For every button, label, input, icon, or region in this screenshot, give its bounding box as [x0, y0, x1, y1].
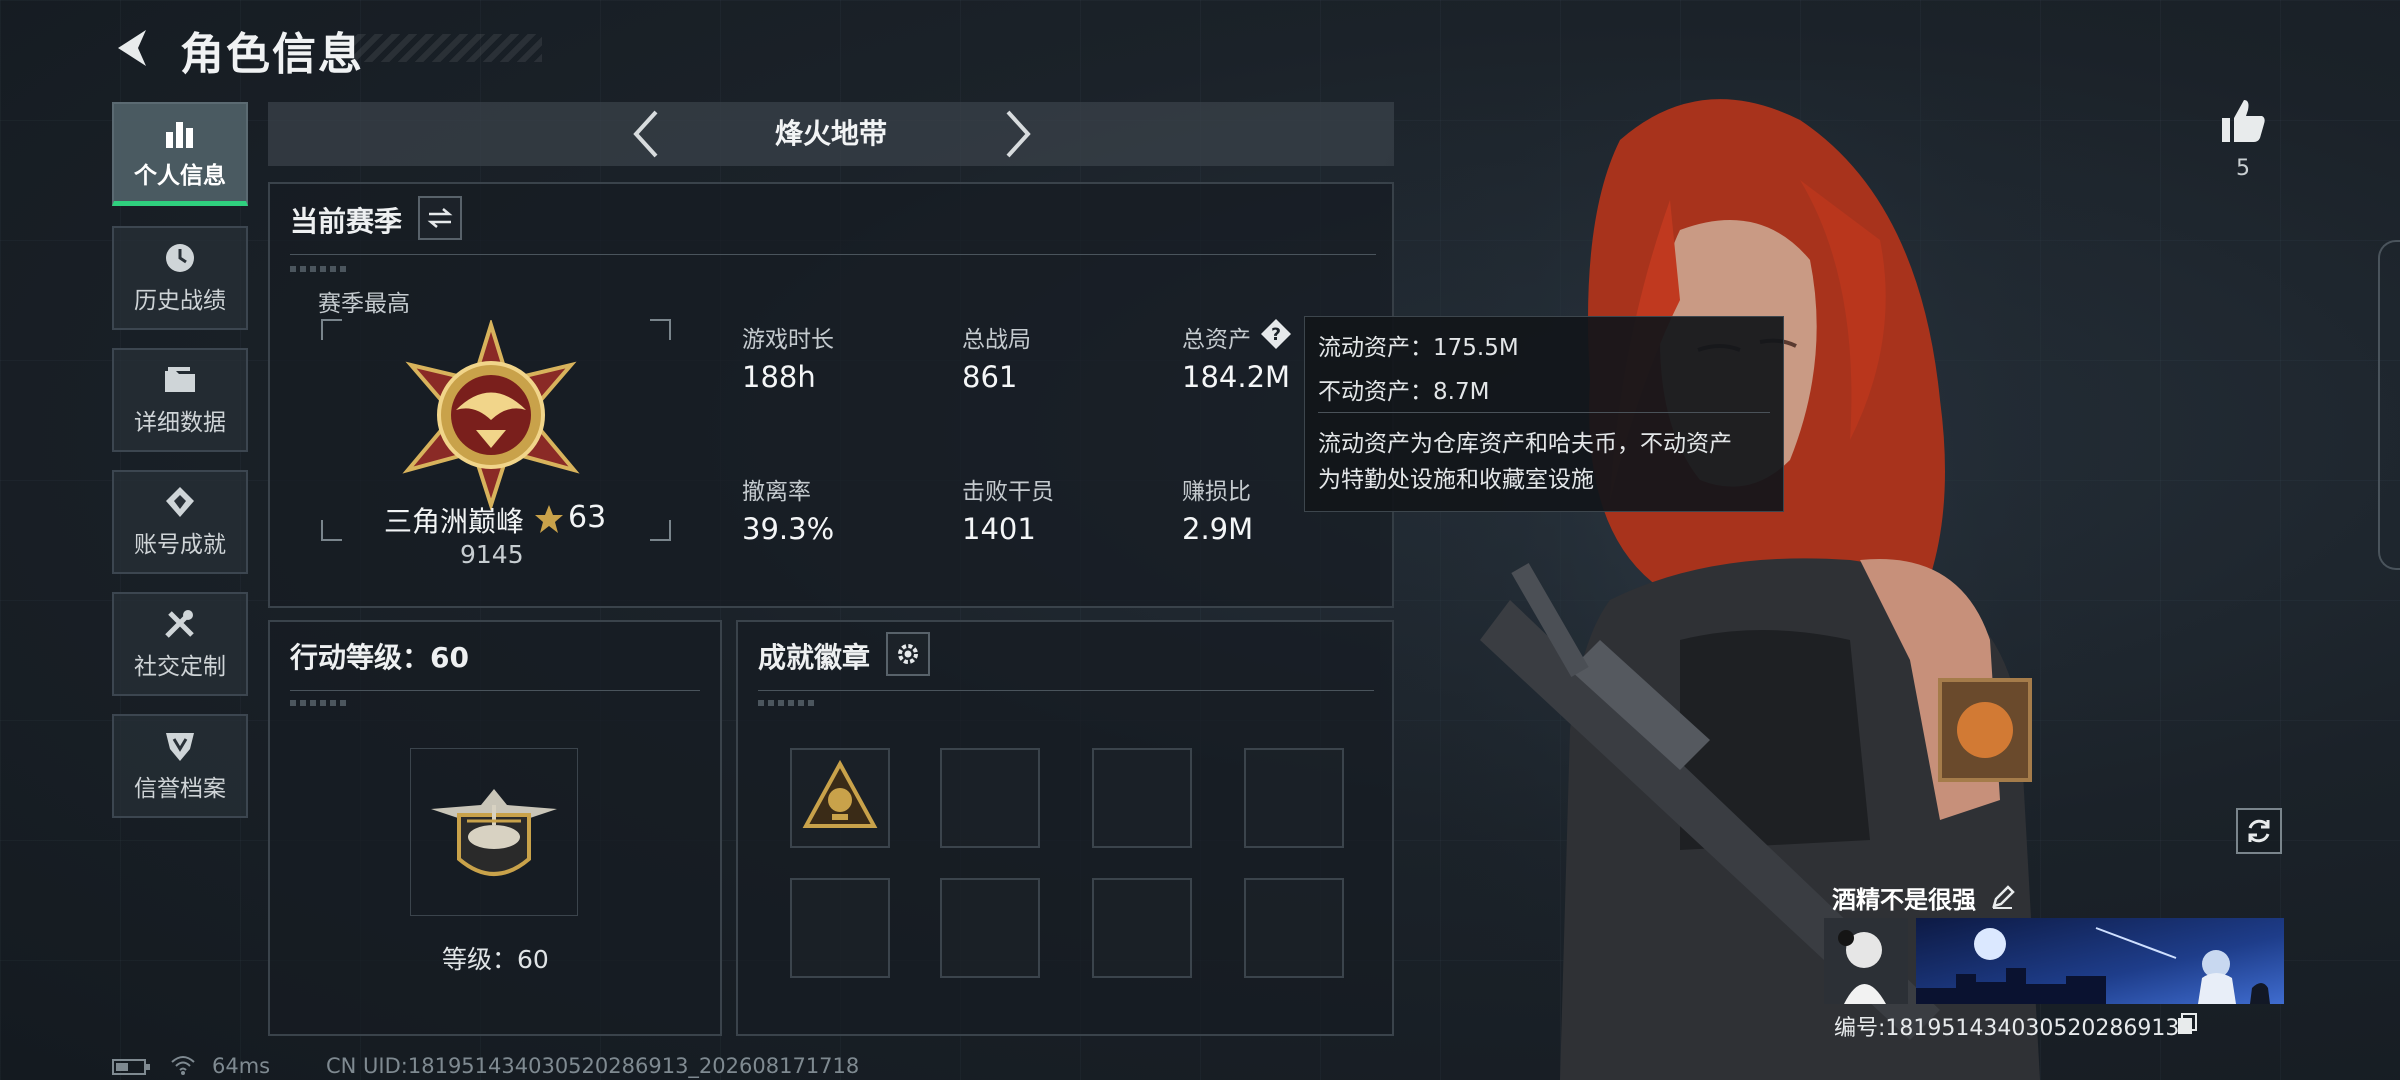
rank-emblem: [402, 320, 580, 510]
stat-value: 188h: [742, 360, 816, 394]
player-id: 编号:181951434030520286913: [1834, 1016, 2180, 1041]
like-button[interactable]: [2218, 96, 2268, 146]
stat-value: 39.3%: [742, 512, 835, 546]
tooltip-divider: [1318, 412, 1770, 413]
stat-label: 总资产: [1182, 327, 1251, 353]
rank-points: 9145: [460, 540, 524, 569]
player-avatar[interactable]: [1824, 918, 1908, 1004]
refresh-icon: [2248, 819, 2270, 843]
stat-label: 击败干员: [962, 479, 1054, 505]
swap-icon: [427, 208, 453, 228]
stat-label: 游戏时长: [742, 327, 834, 353]
clock-icon: [166, 244, 194, 272]
ping-text: 64ms: [212, 1054, 271, 1078]
helicopter-emblem-icon: [431, 789, 557, 876]
sidebar-item-credit[interactable]: 信誉档案: [112, 714, 248, 818]
tools-icon: [165, 610, 194, 638]
sidebar-item-label: 信誉档案: [134, 776, 226, 802]
stat-label: 赚损比: [1182, 479, 1251, 505]
badge-slot[interactable]: [790, 878, 890, 978]
season-title: 当前赛季: [290, 205, 403, 238]
avatar-image: [1824, 918, 1908, 1004]
divider: [290, 690, 700, 691]
decoration: [290, 266, 346, 272]
tooltip-liquid-assets: 流动资产：175.5M: [1318, 335, 1519, 361]
mode-title: 烽火地带: [774, 117, 887, 150]
tooltip-fixed-assets: 不动资产：8.7M: [1318, 379, 1490, 405]
back-arrow-icon[interactable]: [112, 26, 156, 70]
switch-season-button[interactable]: [418, 196, 462, 240]
sidebar-item-details[interactable]: 详细数据: [112, 348, 248, 452]
divider: [290, 254, 1376, 255]
decoration: [290, 700, 346, 706]
copy-icon[interactable]: [2176, 1012, 2198, 1036]
stat-label: 总战局: [962, 327, 1031, 353]
sidebar-item-label: 账号成就: [134, 532, 226, 558]
sidebar-item-personal-info[interactable]: 个人信息: [112, 102, 248, 206]
badge-slot[interactable]: [940, 878, 1040, 978]
sidebar-item-label: 详细数据: [134, 410, 226, 436]
sidebar-item-label: 个人信息: [134, 162, 226, 189]
stat-label: 撤离率: [742, 479, 811, 505]
help-button[interactable]: ?: [1260, 318, 1292, 350]
question-icon: ?: [1261, 319, 1291, 349]
achievement-settings-button[interactable]: [886, 632, 930, 676]
stat-value: 2.9M: [1182, 512, 1254, 546]
achievement-badge-icon: [802, 759, 878, 828]
rank-name: 三角洲巅峰: [384, 505, 525, 538]
svg-text:?: ?: [1271, 325, 1281, 345]
badge-slot[interactable]: [940, 748, 1040, 848]
badge-slot[interactable]: [1092, 878, 1192, 978]
star-icon: [535, 505, 563, 533]
rank-stars: 63: [568, 500, 607, 535]
medal-icon: [166, 487, 194, 517]
level-emblem-frame: [410, 748, 578, 916]
like-count: 5: [2236, 156, 2250, 181]
wifi-icon: [171, 1056, 195, 1075]
sidebar-item-achievements[interactable]: 账号成就: [112, 470, 248, 574]
gear-icon: [898, 644, 918, 664]
folder-icon: [165, 367, 195, 392]
page-title: 角色信息: [180, 29, 364, 80]
title-decoration: [352, 34, 542, 62]
edit-name-button[interactable]: [1990, 884, 2016, 910]
achievements-title: 成就徽章: [758, 641, 871, 674]
player-name: 酒精不是很强: [1832, 886, 1976, 914]
shield-icon: [166, 733, 194, 761]
battery-icon: [112, 1059, 150, 1075]
decoration: [758, 700, 814, 706]
divider: [758, 690, 1374, 691]
uid-text: CN UID:181951434030520286913_20260817171…: [326, 1054, 860, 1078]
sidebar-item-history[interactable]: 历史战绩: [112, 226, 248, 330]
stat-value: 184.2M: [1182, 360, 1291, 394]
bar-chart-icon: [166, 121, 193, 148]
action-level-title: 行动等级：60: [290, 641, 469, 674]
tooltip-description-line1: 流动资产为仓库资产和哈夫币，不动资产: [1318, 431, 1732, 457]
badge-slot[interactable]: [1092, 748, 1192, 848]
badge-slot[interactable]: [790, 748, 890, 848]
season-best-label: 赛季最高: [318, 291, 410, 317]
tooltip-description-line2: 为特勤处设施和收藏室设施: [1318, 467, 1594, 493]
badge-slot[interactable]: [1244, 878, 1344, 978]
stat-value: 1401: [962, 512, 1036, 546]
banner-image: [1916, 918, 2284, 1004]
player-banner[interactable]: [1916, 918, 2284, 1004]
badge-slot[interactable]: [1244, 748, 1344, 848]
sidebar-item-label: 历史战绩: [134, 288, 226, 314]
stat-value: 861: [962, 360, 1018, 394]
refresh-button[interactable]: [2236, 808, 2282, 854]
chevron-right-icon[interactable]: [998, 108, 1038, 160]
chevron-left-icon[interactable]: [626, 108, 666, 160]
sidebar-item-label: 社交定制: [134, 654, 226, 680]
sidebar-item-social[interactable]: 社交定制: [112, 592, 248, 696]
side-panel-handle[interactable]: [2378, 240, 2400, 570]
level-text: 等级：60: [442, 945, 549, 974]
